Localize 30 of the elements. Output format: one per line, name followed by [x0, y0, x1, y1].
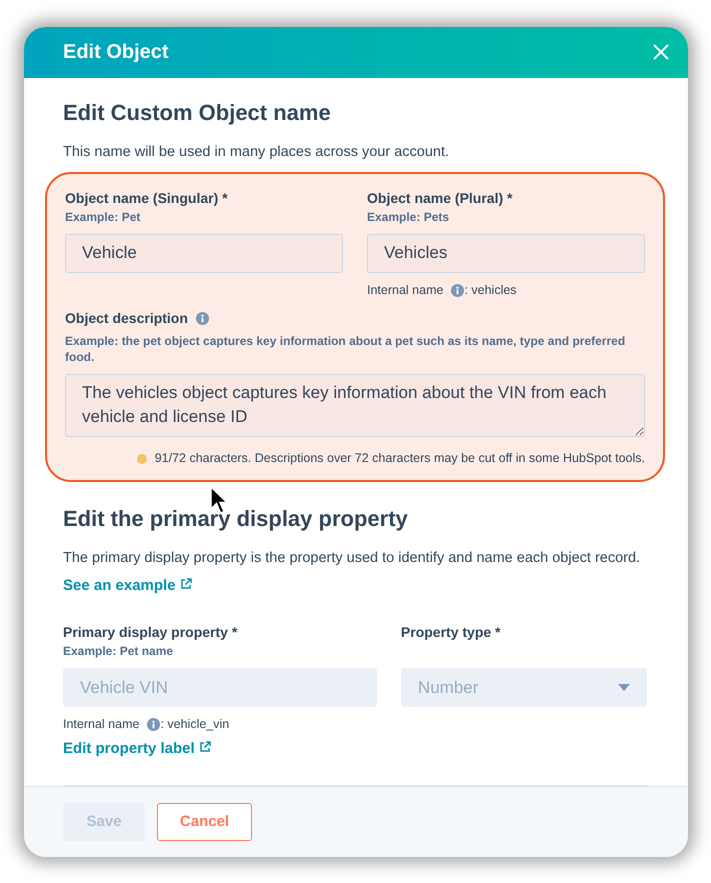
internal-name-label: Internal name	[367, 282, 444, 299]
character-count-warning: 91/72 characters. Descriptions over 72 characters may be cut off in some HubSpot tools.	[154, 450, 645, 468]
field-label: Object name (Singular) *	[65, 189, 229, 208]
field-example: Example: the pet object captures key information about a pet such as its name, type and preferred food.	[65, 332, 626, 366]
see-example-link[interactable]: See an example	[63, 577, 192, 594]
description-field[interactable]: The vehicles object captures key information about the VIN from each vehicle and license ID	[65, 374, 645, 438]
field-label: Property type *	[400, 623, 502, 642]
field-label: Object description	[65, 308, 188, 328]
info-icon	[196, 312, 209, 325]
dialog-title: Edit Object	[63, 40, 169, 64]
field-example: Example: Pets	[367, 209, 450, 226]
info-icon	[451, 284, 464, 297]
section-heading: Edit Custom Object name	[63, 100, 332, 126]
cancel-button[interactable]: Cancel	[157, 802, 252, 841]
external-link-icon	[198, 740, 211, 753]
external-link-icon	[180, 578, 192, 590]
internal-name-value: : vehicle_vin	[160, 716, 230, 733]
field-example: Example: Pet name	[63, 643, 174, 660]
section-intro: This name will be used in many places across your account.	[63, 143, 450, 162]
internal-name-label: Internal name	[63, 716, 140, 733]
field-label: Object name (Plural) *	[367, 189, 514, 208]
info-icon	[147, 718, 160, 731]
field-label: Primary display property *	[63, 623, 238, 642]
section-heading: Edit the primary display property	[63, 506, 409, 532]
section-intro: The primary display property is the property used to identify and name each object record.	[63, 549, 642, 568]
text-field[interactable]: Vehicle	[65, 234, 343, 273]
caret-icon	[618, 684, 630, 692]
internal-name-value: : vehicles	[464, 282, 517, 299]
field-example: Example: Pet	[65, 209, 142, 226]
text-field[interactable]: Vehicles	[367, 234, 645, 273]
